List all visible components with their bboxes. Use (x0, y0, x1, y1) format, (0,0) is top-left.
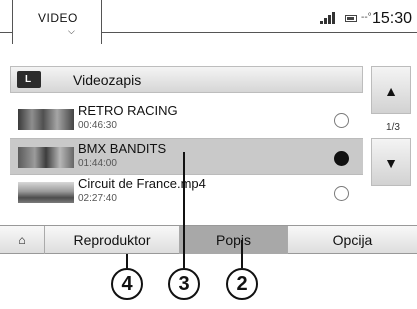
list-item-title: BMX BANDITS (78, 141, 167, 156)
status-bar: VIDEO ⌵ --° 15:30 (0, 0, 417, 44)
bottom-tab-bar: ⌂ Reproduktor Popis Opcija (0, 225, 417, 254)
video-thumbnail (18, 109, 74, 130)
callout-2: 2 (226, 268, 258, 300)
list-item[interactable]: Circuit de France.mp4 02:27:40 (10, 174, 363, 210)
home-icon: ⌂ (18, 233, 26, 247)
signal-bars-icon (320, 12, 335, 24)
tab-opcija[interactable]: Opcija (287, 226, 417, 254)
list-item[interactable]: RETRO RACING 00:46:30 (10, 101, 363, 137)
list-item-selected[interactable]: BMX BANDITS 01:44:00 (10, 139, 363, 175)
callout-leader-2 (241, 240, 243, 268)
clock: 15:30 (372, 10, 413, 27)
folder-header[interactable]: L Videozapis (10, 66, 363, 93)
callout-3: 3 (168, 268, 200, 300)
radio-button[interactable] (334, 113, 349, 128)
tab-popis[interactable]: Popis (179, 226, 287, 254)
page-indicator: 1/3 (386, 122, 400, 133)
callout-leader-3 (183, 152, 185, 268)
list-item-title: Circuit de France.mp4 (78, 176, 206, 191)
list-item-duration: 02:27:40 (78, 193, 117, 204)
radio-button-selected[interactable] (334, 151, 349, 166)
arrow-down-icon: ▼ (384, 155, 398, 171)
list-item-duration: 00:46:30 (78, 120, 117, 131)
home-button[interactable]: ⌂ (0, 226, 44, 254)
page-down-button[interactable]: ▼ (371, 138, 411, 186)
video-thumbnail (18, 182, 74, 203)
folder-up-glyph: L (25, 74, 32, 85)
battery-icon (345, 15, 357, 22)
folder-up-icon[interactable]: L (17, 71, 41, 88)
callout-leader-4 (126, 254, 128, 268)
temperature-readout: --° (361, 12, 372, 23)
folder-label: Videozapis (73, 72, 142, 88)
callout-4: 4 (111, 268, 143, 300)
source-tab[interactable]: VIDEO ⌵ (12, 0, 102, 44)
source-title: VIDEO (38, 11, 78, 25)
tab-reproduktor[interactable]: Reproduktor (44, 226, 179, 254)
page-up-button[interactable]: ▲ (371, 66, 411, 114)
arrow-up-icon: ▲ (384, 83, 398, 99)
video-thumbnail (18, 147, 74, 168)
radio-button[interactable] (334, 186, 349, 201)
list-item-title: RETRO RACING (78, 103, 178, 118)
list-item-duration: 01:44:00 (78, 158, 117, 169)
chevron-down-icon[interactable]: ⌵ (68, 27, 75, 36)
